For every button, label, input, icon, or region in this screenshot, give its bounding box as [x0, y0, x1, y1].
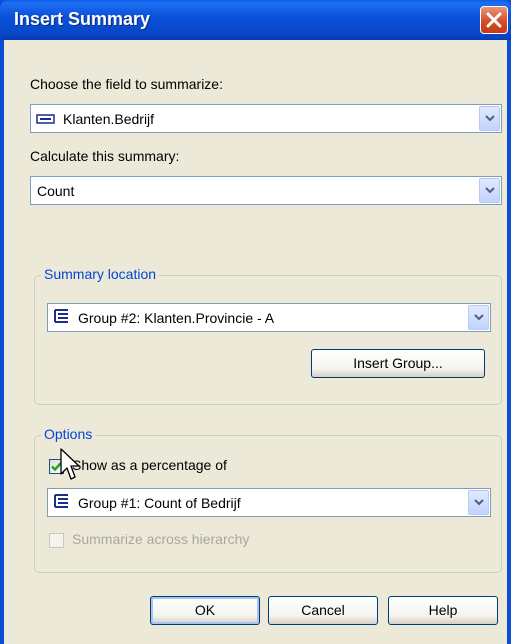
- location-value: Group #2: Klanten.Provincie - A: [78, 310, 275, 326]
- percentage-of-dropdown-button[interactable]: [468, 490, 489, 515]
- insert-summary-dialog: Insert Summary Choose the field to summa…: [0, 0, 511, 644]
- insert-group-button[interactable]: Insert Group...: [311, 349, 485, 378]
- cancel-button[interactable]: Cancel: [268, 596, 378, 625]
- chevron-down-icon: [474, 499, 484, 506]
- close-button[interactable]: [480, 6, 508, 34]
- percentage-of-combo[interactable]: Group #1: Count of Bedrijf: [47, 488, 491, 517]
- field-dropdown-button[interactable]: [479, 106, 500, 131]
- chevron-down-icon: [474, 314, 484, 321]
- chevron-down-icon: [485, 115, 495, 122]
- field-combo[interactable]: Klanten.Bedrijf: [30, 104, 502, 133]
- percentage-of-value: Group #1: Count of Bedrijf: [78, 495, 241, 511]
- calc-label: Calculate this summary:: [30, 148, 180, 164]
- mouse-cursor-icon: [60, 448, 80, 480]
- calc-value: Count: [37, 183, 75, 199]
- summary-location-title: Summary location: [41, 266, 160, 282]
- show-percentage-label[interactable]: Show as a percentage of: [72, 457, 227, 473]
- dialog-title: Insert Summary: [14, 9, 151, 29]
- calc-dropdown-button[interactable]: [479, 178, 500, 203]
- ok-button[interactable]: OK: [150, 596, 260, 625]
- summarize-hierarchy-checkbox[interactable]: [49, 533, 64, 548]
- calc-combo[interactable]: Count: [30, 176, 502, 205]
- group-icon: [54, 309, 68, 323]
- field-icon: [36, 114, 55, 124]
- summary-location-group: Summary location Group #2: Klanten.Provi…: [34, 266, 502, 405]
- close-icon: [486, 12, 502, 28]
- help-button[interactable]: Help: [388, 596, 498, 625]
- location-dropdown-button[interactable]: [468, 305, 489, 330]
- field-value: Klanten.Bedrijf: [63, 111, 155, 127]
- summarize-hierarchy-label: Summarize across hierarchy: [72, 531, 250, 547]
- group-icon: [54, 494, 68, 508]
- options-group: Options Show as a percentage of Group #1…: [34, 426, 502, 573]
- dialog-body: Choose the field to summarize: Klanten.B…: [4, 40, 507, 644]
- options-title: Options: [41, 426, 96, 442]
- location-combo[interactable]: Group #2: Klanten.Provincie - A: [47, 303, 491, 332]
- chevron-down-icon: [485, 187, 495, 194]
- field-label: Choose the field to summarize:: [30, 76, 223, 92]
- title-bar[interactable]: Insert Summary: [0, 0, 511, 40]
